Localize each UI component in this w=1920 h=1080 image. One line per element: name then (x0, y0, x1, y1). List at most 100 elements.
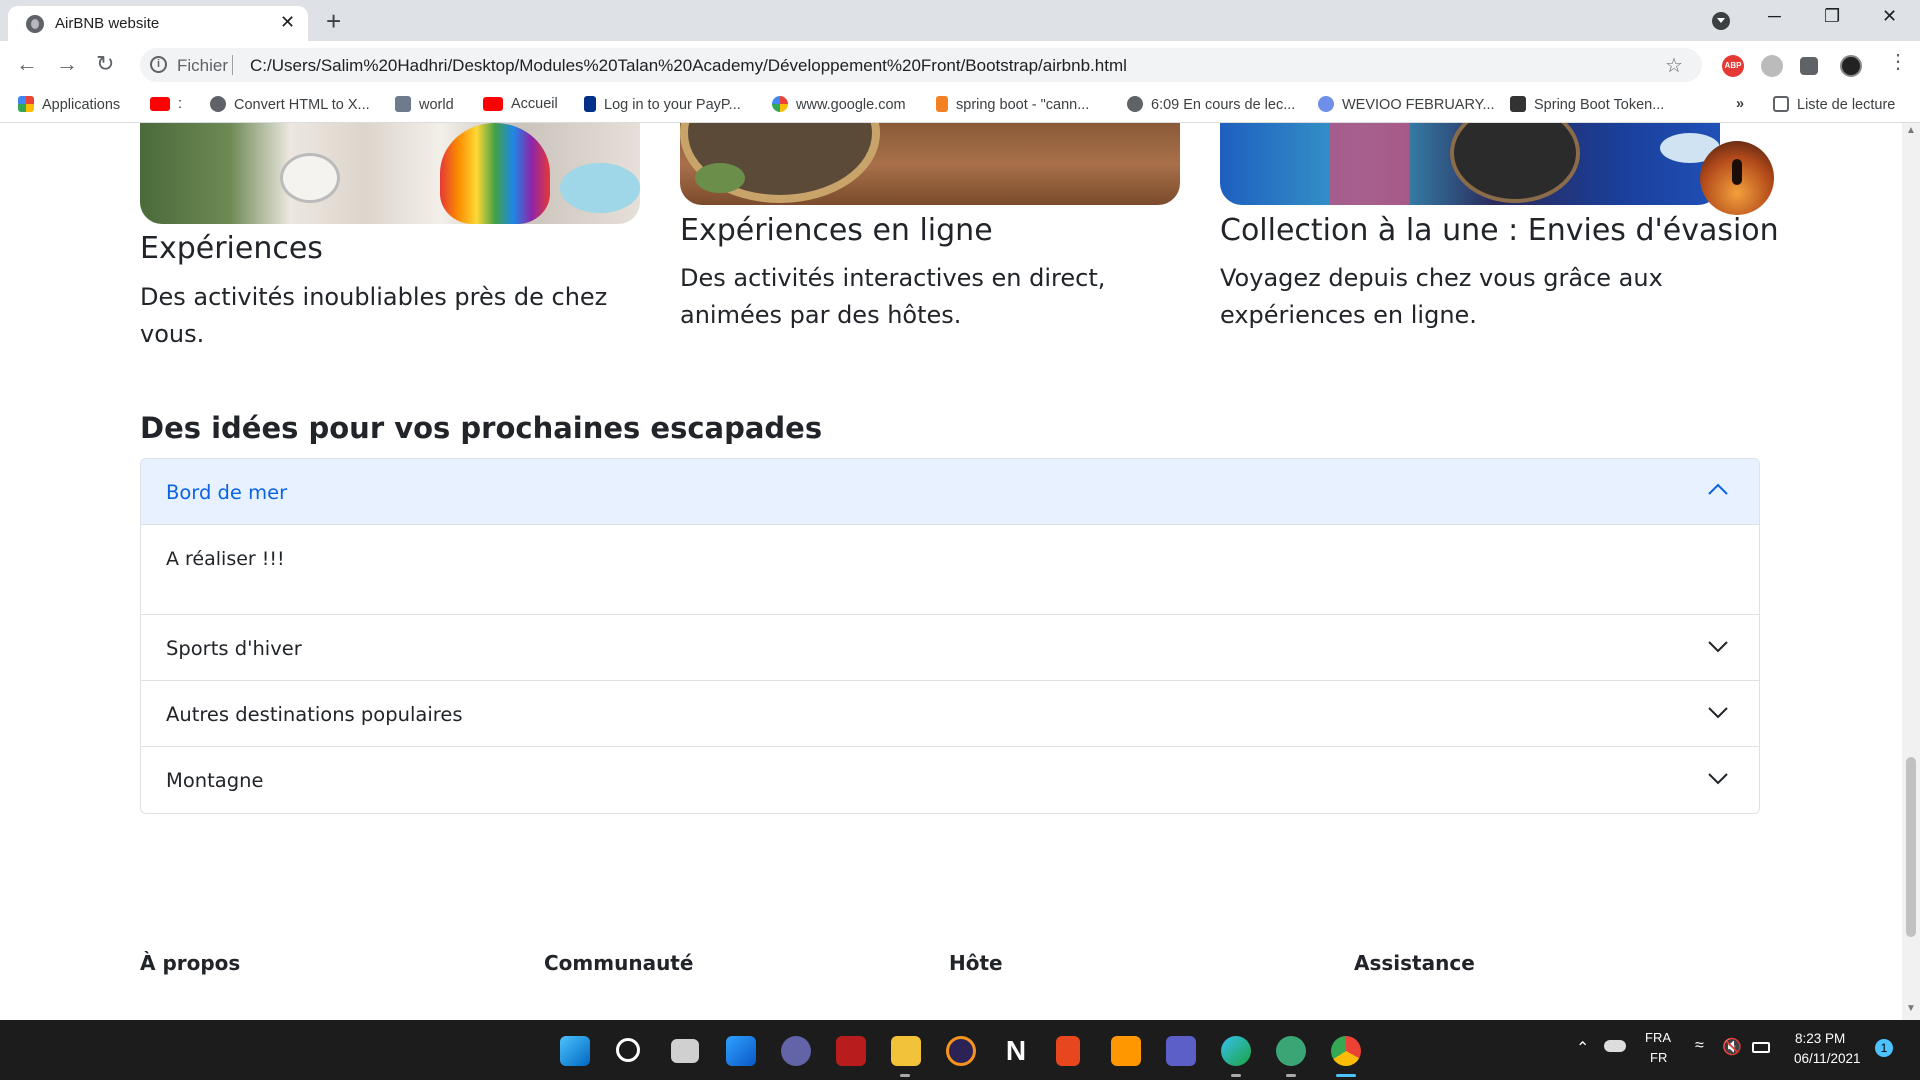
bookmark-label: Convert HTML to X... (234, 97, 370, 113)
minimize-button[interactable]: ─ (1768, 6, 1781, 27)
battery-icon[interactable] (1752, 1042, 1770, 1053)
new-tab-button[interactable]: + (326, 6, 341, 37)
star-icon[interactable]: ☆ (1665, 53, 1683, 78)
teams-chat-icon[interactable] (781, 1036, 811, 1066)
chrome-icon[interactable] (1331, 1036, 1361, 1066)
accordion-item-sports-hiver[interactable]: Sports d'hiver (141, 615, 1759, 681)
experiences-image[interactable] (140, 123, 640, 224)
bookmark-item[interactable]: spring boot - "cann... (936, 96, 1089, 113)
close-window-button[interactable]: ✕ (1882, 6, 1897, 27)
bookmark-item[interactable]: 6:09 En cours de lec... (1127, 96, 1295, 113)
bookmark-item[interactable]: Convert HTML to X... (210, 96, 370, 113)
reload-icon[interactable]: ↻ (96, 51, 114, 77)
page-scrollbar[interactable]: ▲ ▼ (1902, 123, 1920, 1020)
page-content: Expériences Des activités inoubliables p… (0, 123, 1902, 1020)
search-icon[interactable] (616, 1038, 640, 1062)
card-title[interactable]: Expériences (140, 231, 323, 266)
bookmark-item[interactable]: Applications (18, 96, 120, 113)
game-icon[interactable] (836, 1036, 866, 1066)
bookmark-label: Accueil (511, 96, 558, 112)
accordion-body: A réaliser !!! (141, 525, 1759, 615)
teams-icon[interactable] (1166, 1036, 1196, 1066)
bookmarks-bar: Applications : Convert HTML to X... worl… (0, 89, 1920, 123)
eclipse-icon[interactable] (946, 1036, 976, 1066)
tab-search-icon[interactable] (1712, 12, 1730, 30)
online-experiences-image[interactable] (680, 123, 1180, 205)
card-title[interactable]: Expériences en ligne (680, 213, 993, 248)
card-description: Voyagez depuis chez vous grâce aux expér… (1220, 264, 1663, 329)
bookmark-label: Log in to your PayP... (604, 97, 741, 113)
bookmark-label: Spring Boot Token... (1534, 97, 1665, 113)
chevron-up-icon[interactable]: ⌃ (1576, 1038, 1589, 1058)
scrollbar-thumb[interactable] (1906, 757, 1916, 937)
bookmark-item[interactable]: Spring Boot Token... (1510, 96, 1664, 113)
bookmark-item[interactable]: : (150, 96, 182, 112)
file-explorer-icon[interactable] (891, 1036, 921, 1066)
active-indicator (1336, 1074, 1356, 1077)
browser-tab[interactable]: AirBNB website ✕ (8, 6, 308, 41)
map-icon (395, 96, 411, 112)
reading-list-icon (1773, 96, 1789, 112)
office-icon[interactable] (1056, 1036, 1080, 1066)
footer-heading-hote: Hôte (949, 951, 1003, 975)
accordion-label: Montagne (166, 769, 264, 792)
accordion-item-autres-destinations[interactable]: Autres destinations populaires (141, 681, 1759, 747)
puzzle-extensions-icon[interactable] (1800, 57, 1818, 75)
notification-badge[interactable]: 1 (1875, 1039, 1893, 1057)
reading-list-label: Liste de lecture (1797, 97, 1896, 113)
edge-icon[interactable] (1221, 1036, 1251, 1066)
wevioo-icon (1318, 96, 1334, 112)
extension-icon[interactable] (1761, 55, 1783, 77)
globe-icon (1127, 96, 1143, 112)
stackoverflow-icon (936, 96, 948, 112)
notion-icon[interactable]: N (1001, 1036, 1031, 1066)
collection-image[interactable] (1220, 123, 1720, 205)
menu-dots-icon[interactable]: ⋮ (1888, 49, 1908, 74)
clock-date[interactable]: 06/11/2021 (1794, 1051, 1861, 1066)
reading-list-button[interactable]: Liste de lecture (1773, 96, 1895, 113)
globe-icon (26, 15, 44, 33)
scroll-up-icon[interactable]: ▲ (1906, 125, 1916, 136)
clock-time[interactable]: 8:23 PM (1795, 1031, 1845, 1046)
tab-close-button[interactable]: ✕ (280, 12, 295, 33)
bookmark-label: world (419, 97, 454, 113)
info-icon[interactable]: i (150, 56, 167, 73)
accordion-item-bord-de-mer[interactable]: Bord de mer (141, 459, 1759, 525)
task-view-icon[interactable] (671, 1039, 699, 1063)
forward-icon[interactable]: → (56, 51, 78, 77)
bookmark-item[interactable]: WEVIOO FEBRUARY... (1318, 96, 1495, 113)
chatgpt-icon[interactable] (1276, 1036, 1306, 1066)
chevron-up-icon (1708, 483, 1728, 495)
back-icon[interactable]: ← (16, 51, 38, 77)
adblock-plus-icon[interactable]: ABP (1722, 55, 1744, 77)
widgets-icon[interactable] (726, 1036, 756, 1066)
profile-avatar-icon[interactable] (1840, 55, 1862, 77)
language-indicator[interactable]: FRA (1645, 1030, 1671, 1045)
accordion-item-montagne[interactable]: Montagne (141, 747, 1759, 813)
card-title[interactable]: Collection à la une : Envies d'évasion (1220, 213, 1779, 248)
bookmark-label: 6:09 En cours de lec... (1151, 97, 1296, 113)
accordion-label: Sports d'hiver (166, 637, 302, 660)
footer-heading-assistance: Assistance (1354, 951, 1475, 975)
wifi-icon[interactable]: ≈ (1695, 1037, 1704, 1055)
keyboard-layout[interactable]: FR (1650, 1050, 1667, 1065)
youtube-icon (483, 97, 503, 111)
bookmark-item[interactable]: Log in to your PayP... (584, 96, 741, 113)
bookmark-item[interactable]: Accueil (483, 96, 558, 112)
tab-title: AirBNB website (55, 15, 160, 32)
chevron-down-icon (1708, 707, 1728, 719)
address-bar[interactable]: i Fichier C:/Users/Salim%20Hadhri/Deskto… (140, 48, 1702, 82)
maximize-button[interactable]: ❐ (1824, 6, 1840, 27)
onedrive-icon[interactable] (1604, 1040, 1626, 1052)
sublime-text-icon[interactable] (1111, 1036, 1141, 1066)
running-indicator (1286, 1074, 1296, 1077)
speaker-muted-icon[interactable]: 🔇 (1722, 1037, 1742, 1057)
scroll-down-icon[interactable]: ▼ (1906, 1003, 1916, 1014)
bookmark-item[interactable]: www.google.com (772, 96, 906, 113)
bookmark-label: spring boot - "cann... (956, 97, 1090, 113)
bookmarks-overflow-button[interactable]: » (1736, 96, 1744, 112)
bookmark-item[interactable]: world (395, 96, 454, 113)
windows-start-icon[interactable] (560, 1036, 590, 1066)
url-text[interactable]: C:/Users/Salim%20Hadhri/Desktop/Modules%… (250, 56, 1127, 76)
youtube-icon (150, 97, 170, 111)
